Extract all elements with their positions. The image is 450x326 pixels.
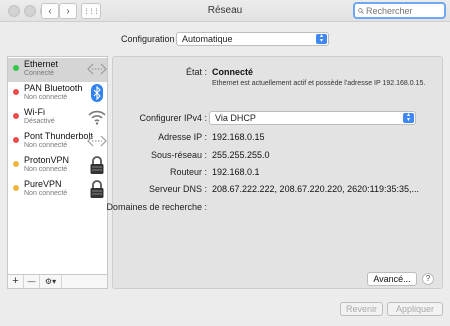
service-name: PureVPN [24, 179, 62, 189]
service-name: Pont Thunderbolt [24, 131, 93, 141]
dns-server-label: Serveur DNS : [148, 184, 207, 194]
configuration-value: Automatique [182, 34, 233, 44]
service-status: Non connecté [24, 142, 68, 149]
network-services-list: Ethernet Connecté PAN Bluetooth Non conn… [7, 56, 108, 289]
search-icon [358, 7, 364, 14]
status-dot [13, 65, 19, 71]
service-name: Wi-Fi [24, 107, 45, 117]
service-status: Non connecté [24, 190, 68, 197]
configure-ipv4-value: Via DHCP [215, 113, 256, 123]
configure-ipv4-label: Configurer IPv4 : [139, 113, 207, 123]
thunderbolt-bridge-icon [87, 135, 107, 147]
remove-service-button[interactable]: — [24, 275, 40, 288]
updown-arrows-icon: ▴ ▾ [403, 112, 414, 123]
configuration-label: Configuration : [121, 34, 180, 44]
ip-address-label: Adresse IP : [158, 132, 207, 142]
subnet-label: Sous-réseau : [150, 150, 207, 160]
configure-ipv4-select[interactable]: Via DHCP ▴ ▾ [209, 111, 416, 125]
status-dot [13, 89, 19, 95]
service-name: ProtonVPN [24, 155, 70, 165]
status-dot [13, 161, 19, 167]
service-protonvpn[interactable]: ProtonVPN Non connecté [8, 154, 107, 178]
vpn-lock-icon [90, 156, 104, 174]
router-label: Routeur : [169, 167, 207, 177]
updown-arrows-icon: ▴ ▾ [316, 33, 327, 44]
service-thunderbolt-bridge[interactable]: Pont Thunderbolt Non connecté [8, 130, 107, 154]
search-domains-label: Domaines de recherche : [106, 202, 207, 212]
status-dot [13, 113, 19, 119]
sidebar-footer: + — ⚙▾ [7, 274, 108, 289]
search-field[interactable] [353, 2, 446, 19]
bluetooth-icon [91, 84, 103, 102]
configuration-select[interactable]: Automatique ▴ ▾ [176, 32, 329, 46]
revert-button[interactable]: Revenir [340, 302, 383, 316]
status-dot [13, 137, 19, 143]
subnet-value: 255.255.255.0 [212, 150, 270, 160]
service-status: Connecté [24, 70, 54, 77]
service-status: Non connecté [24, 94, 68, 101]
action-menu-button[interactable]: ⚙▾ [40, 275, 62, 288]
help-button[interactable]: ? [422, 273, 434, 285]
state-value: Connecté [212, 67, 254, 77]
state-label: État : [185, 67, 207, 77]
advanced-button[interactable]: Avancé... [367, 272, 417, 286]
service-status: Désactivé [24, 118, 55, 125]
service-pan-bluetooth[interactable]: PAN Bluetooth Non connecté [8, 82, 107, 106]
service-ethernet[interactable]: Ethernet Connecté [8, 58, 107, 82]
router-value: 192.168.0.1 [212, 167, 260, 177]
vpn-lock-icon [90, 180, 104, 198]
wifi-icon [88, 110, 106, 125]
search-input[interactable] [366, 5, 444, 16]
status-dot [13, 185, 19, 191]
service-purevpn[interactable]: PureVPN Non connecté [8, 178, 107, 202]
service-status: Non connecté [24, 166, 68, 173]
service-name: PAN Bluetooth [24, 83, 83, 93]
ip-address-value: 192.168.0.15 [212, 132, 265, 142]
service-wifi[interactable]: Wi-Fi Désactivé [8, 106, 107, 130]
add-service-button[interactable]: + [8, 275, 24, 288]
ethernet-icon [87, 63, 107, 75]
window-titlebar: ‹ › ⋮⋮⋮ Réseau [0, 0, 450, 22]
dns-server-value: 208.67.222.222, 208.67.220.220, 2620:119… [212, 184, 420, 194]
state-description: Ethernet est actuellement actif et possè… [212, 80, 426, 87]
apply-button[interactable]: Appliquer [387, 302, 443, 316]
service-name: Ethernet [24, 59, 59, 69]
